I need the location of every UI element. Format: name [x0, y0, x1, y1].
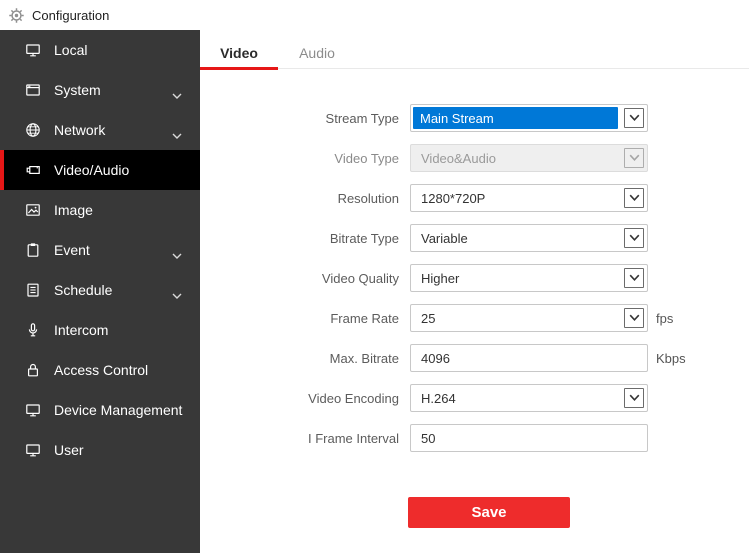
- tab-audio[interactable]: Audio: [278, 40, 356, 68]
- i-frame-interval-input[interactable]: [410, 424, 648, 452]
- video-type-value: Video&Audio: [421, 150, 496, 166]
- sidebar-item-event[interactable]: Event: [0, 230, 200, 270]
- resolution-label: Resolution: [337, 190, 399, 206]
- video-quality-value: Higher: [421, 270, 460, 286]
- video-encoding-label: Video Encoding: [308, 390, 399, 406]
- clipboard-icon: [25, 242, 41, 258]
- sidebar: Local System Network Video/Audio Image E…: [0, 30, 200, 553]
- form-row: Resolution 1280*720P: [200, 184, 749, 212]
- frame-rate-unit: fps: [656, 310, 674, 326]
- max-bitrate-input[interactable]: [410, 344, 648, 372]
- sidebar-item-label: Video/Audio: [54, 162, 130, 178]
- sidebar-item-local[interactable]: Local: [0, 30, 200, 70]
- form-row: Stream Type Main Stream: [200, 104, 749, 132]
- tab-video[interactable]: Video: [200, 40, 278, 70]
- frame-rate-select[interactable]: 25: [410, 304, 648, 332]
- monitor-icon: [25, 402, 41, 418]
- video-type-label: Video Type: [334, 150, 399, 166]
- max-bitrate-unit: Kbps: [656, 350, 686, 366]
- i-frame-interval-label: I Frame Interval: [307, 430, 399, 446]
- form-row: Video Quality Higher: [200, 264, 749, 292]
- monitor-icon: [25, 442, 41, 458]
- chevron-down-icon: [172, 127, 182, 139]
- bitrate-type-value: Variable: [421, 230, 468, 246]
- sidebar-item-system[interactable]: System: [0, 70, 200, 110]
- video-encoding-value: H.264: [421, 390, 456, 406]
- sidebar-item-image[interactable]: Image: [0, 190, 200, 230]
- stream-type-select[interactable]: Main Stream: [410, 104, 648, 132]
- form-row: Frame Rate 25 fps: [200, 304, 749, 332]
- sidebar-item-network[interactable]: Network: [0, 110, 200, 150]
- bitrate-type-label: Bitrate Type: [329, 230, 399, 246]
- chevron-down-icon: [172, 287, 182, 299]
- stream-type-label: Stream Type: [325, 110, 399, 126]
- video-quality-label: Video Quality: [321, 270, 399, 286]
- sidebar-item-label: Access Control: [54, 362, 149, 378]
- globe-icon: [25, 122, 41, 138]
- frame-rate-label: Frame Rate: [330, 310, 399, 326]
- lock-icon: [25, 362, 41, 378]
- sidebar-item-label: Intercom: [54, 322, 109, 338]
- sidebar-item-label: Network: [54, 122, 106, 138]
- sidebar-item-schedule[interactable]: Schedule: [0, 270, 200, 310]
- header: Configuration: [0, 0, 749, 30]
- chevron-down-icon: [172, 247, 182, 259]
- stream-type-value: Main Stream: [413, 107, 618, 129]
- dropdown-arrow-button[interactable]: [624, 268, 644, 288]
- sidebar-item-label: Image: [54, 202, 93, 218]
- sidebar-item-video-audio[interactable]: Video/Audio: [0, 150, 200, 190]
- sidebar-item-label: Schedule: [54, 282, 113, 298]
- video-camera-icon: [25, 162, 41, 178]
- sidebar-item-label: System: [54, 82, 101, 98]
- max-bitrate-label: Max. Bitrate: [329, 350, 399, 366]
- schedule-list-icon: [25, 282, 41, 298]
- sidebar-item-label: Event: [54, 242, 90, 258]
- configuration-page: Configuration Local System Network Video…: [0, 0, 749, 553]
- video-settings-form: Stream Type Main Stream Video Type Video…: [200, 69, 749, 528]
- gear-icon: [8, 7, 25, 24]
- dropdown-arrow-button[interactable]: [624, 388, 644, 408]
- monitor-icon: [25, 42, 41, 58]
- chevron-down-icon: [172, 87, 182, 99]
- sidebar-item-label: Local: [54, 42, 88, 58]
- image-icon: [25, 202, 41, 218]
- sidebar-item-intercom[interactable]: Intercom: [0, 310, 200, 350]
- dropdown-arrow-button: [624, 148, 644, 168]
- form-row: Max. Bitrate Kbps: [200, 344, 749, 372]
- bitrate-type-select[interactable]: Variable: [410, 224, 648, 252]
- sidebar-item-device-management[interactable]: Device Management: [0, 390, 200, 430]
- form-row: Video Encoding H.264: [200, 384, 749, 412]
- sidebar-item-user[interactable]: User: [0, 430, 200, 470]
- sidebar-item-access-control[interactable]: Access Control: [0, 350, 200, 390]
- form-row: Video Type Video&Audio: [200, 144, 749, 172]
- microphone-icon: [25, 322, 41, 338]
- sidebar-item-label: User: [54, 442, 84, 458]
- main-content: Video Audio Stream Type Main Stream Vide…: [200, 30, 749, 553]
- dropdown-arrow-button[interactable]: [624, 108, 644, 128]
- form-row: I Frame Interval: [200, 424, 749, 452]
- resolution-value: 1280*720P: [421, 190, 486, 206]
- video-quality-select[interactable]: Higher: [410, 264, 648, 292]
- sidebar-item-label: Device Management: [54, 402, 183, 418]
- resolution-select[interactable]: 1280*720P: [410, 184, 648, 212]
- video-encoding-select[interactable]: H.264: [410, 384, 648, 412]
- dropdown-arrow-button[interactable]: [624, 308, 644, 328]
- form-row: Bitrate Type Variable: [200, 224, 749, 252]
- dropdown-arrow-button[interactable]: [624, 188, 644, 208]
- tab-bar: Video Audio: [200, 40, 749, 70]
- video-type-select: Video&Audio: [410, 144, 648, 172]
- save-button[interactable]: Save: [408, 497, 570, 528]
- frame-rate-value: 25: [421, 310, 436, 326]
- system-window-icon: [25, 82, 41, 98]
- page-title: Configuration: [32, 7, 110, 23]
- dropdown-arrow-button[interactable]: [624, 228, 644, 248]
